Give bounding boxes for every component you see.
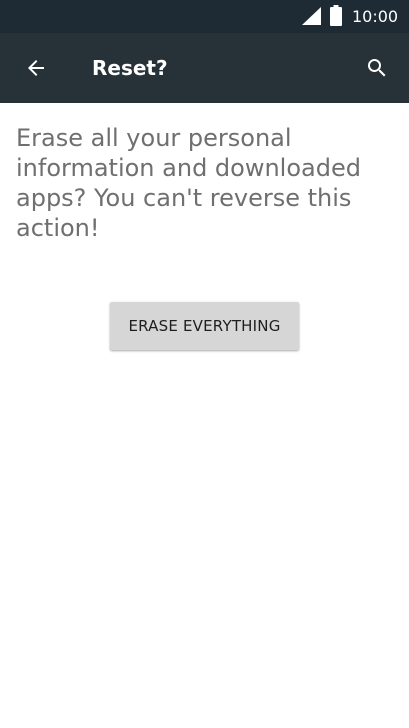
signal-icon [302, 7, 321, 25]
search-button[interactable] [355, 46, 399, 90]
back-button[interactable] [14, 46, 58, 90]
status-bar: 10:00 [0, 0, 409, 33]
search-icon [368, 59, 386, 77]
erase-everything-button[interactable]: ERASE EVERYTHING [110, 302, 299, 350]
status-time: 10:00 [352, 7, 399, 26]
back-arrow-icon [28, 60, 44, 76]
app-bar: Reset? [0, 33, 409, 103]
reset-content: Erase all your personal information and … [0, 103, 409, 728]
reset-warning-message: Erase all your personal information and … [16, 124, 361, 242]
battery-icon [330, 5, 342, 26]
page-title: Reset? [92, 56, 168, 80]
